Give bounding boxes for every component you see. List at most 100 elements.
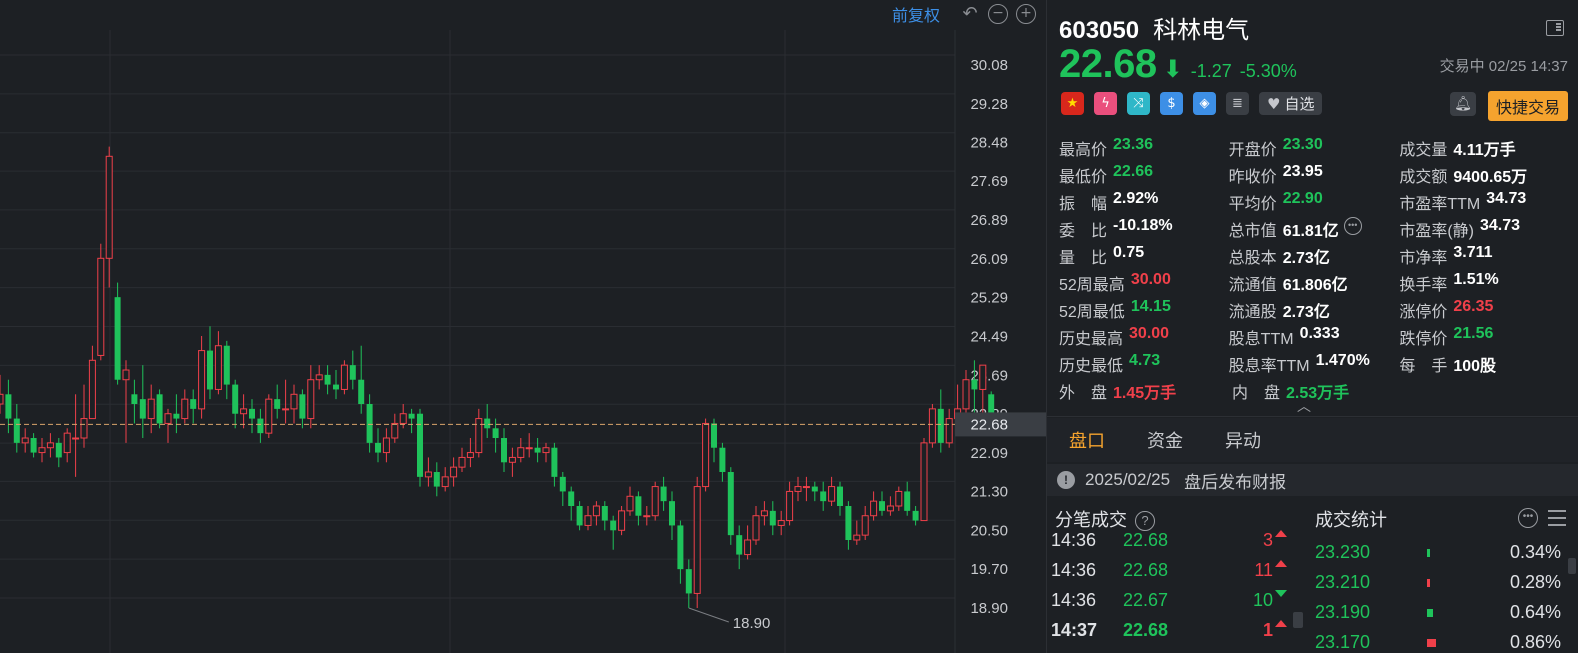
candle[interactable] <box>475 408 483 458</box>
list-view-icon[interactable] <box>1548 510 1566 526</box>
candle[interactable] <box>592 501 600 526</box>
candle[interactable] <box>375 428 381 463</box>
candle[interactable] <box>450 457 458 487</box>
document-icon[interactable]: ≣ <box>1226 92 1249 115</box>
candle[interactable] <box>214 331 222 395</box>
candle[interactable] <box>340 360 348 395</box>
candle[interactable] <box>820 481 827 511</box>
candle[interactable] <box>433 462 440 497</box>
layout-icon[interactable] <box>1546 20 1564 36</box>
candle[interactable] <box>794 476 802 502</box>
candle[interactable] <box>240 394 248 429</box>
candle[interactable] <box>879 491 885 516</box>
candle[interactable] <box>0 374 4 414</box>
tab-2[interactable]: 异动 <box>1225 427 1261 453</box>
candle[interactable] <box>122 360 130 443</box>
candle[interactable] <box>131 379 138 424</box>
candle[interactable] <box>290 384 298 424</box>
candle[interactable] <box>173 394 180 434</box>
candle[interactable] <box>466 438 474 468</box>
candle[interactable] <box>333 370 339 400</box>
candle[interactable] <box>366 394 373 453</box>
volume-stats-scrollbar[interactable] <box>1568 558 1576 574</box>
candle[interactable] <box>610 515 617 550</box>
candle[interactable] <box>88 345 96 420</box>
candle[interactable] <box>80 384 88 448</box>
candle[interactable] <box>382 428 390 463</box>
shuffle-icon[interactable]: ⤨ <box>1127 92 1150 115</box>
candle[interactable] <box>853 520 861 545</box>
candle[interactable] <box>30 433 37 458</box>
candle[interactable] <box>315 365 323 390</box>
candle[interactable] <box>156 389 163 429</box>
candle[interactable] <box>870 491 878 521</box>
candle[interactable] <box>559 472 566 507</box>
candle[interactable] <box>837 481 843 516</box>
candle[interactable] <box>886 496 894 516</box>
candle[interactable] <box>492 418 499 453</box>
china-flag-icon[interactable]: ★ <box>1061 92 1084 115</box>
quick-trade-button[interactable]: 快捷交易 <box>1487 91 1568 121</box>
tab-1[interactable]: 资金 <box>1147 427 1183 453</box>
candle[interactable] <box>164 408 172 443</box>
candle[interactable] <box>534 438 541 463</box>
candle[interactable] <box>265 394 273 439</box>
candle[interactable] <box>669 491 675 541</box>
candle[interactable] <box>895 486 903 511</box>
candle[interactable] <box>508 447 516 477</box>
kline-chart[interactable]: 30.08 29.28 28.48 27.69 26.89 26.09 25.29 24.49… <box>0 0 1046 653</box>
candle[interactable] <box>962 370 970 414</box>
candle[interactable] <box>685 559 692 608</box>
candle[interactable] <box>307 365 315 429</box>
candle[interactable] <box>484 404 491 439</box>
candle[interactable] <box>424 457 432 487</box>
candle[interactable] <box>769 501 776 536</box>
candle[interactable] <box>13 404 20 453</box>
candle[interactable] <box>727 467 734 545</box>
candle[interactable] <box>542 442 550 463</box>
candle[interactable] <box>458 447 466 473</box>
candle[interactable] <box>324 365 331 395</box>
candle[interactable] <box>802 476 810 502</box>
candle[interactable] <box>358 345 365 414</box>
bell-icon[interactable]: 🔔︎ <box>1450 92 1476 116</box>
candle[interactable] <box>945 408 953 448</box>
candle[interactable] <box>417 408 423 487</box>
candle[interactable] <box>928 404 936 448</box>
more-options-icon[interactable]: ••• <box>1518 508 1538 528</box>
candle[interactable] <box>618 506 626 536</box>
candle[interactable] <box>198 336 206 419</box>
candle[interactable] <box>46 433 54 458</box>
tick-list[interactable]: 14:36 22.68 3 14:36 22.68 11 14:36 22.67 10 14:37… <box>1047 530 1287 653</box>
candle[interactable] <box>114 282 121 385</box>
candle[interactable] <box>5 379 12 434</box>
candle[interactable] <box>181 389 189 424</box>
undo-icon[interactable]: ↶ <box>960 4 980 24</box>
kline-chart-area[interactable]: 30.08 29.28 28.48 27.69 26.89 26.09 25.29 24.49… <box>0 0 1046 653</box>
candle[interactable] <box>232 379 239 429</box>
candle[interactable] <box>525 433 533 458</box>
candle[interactable] <box>811 481 818 502</box>
candle[interactable] <box>21 428 29 453</box>
candle[interactable] <box>55 438 62 468</box>
dollar-icon[interactable]: $ <box>1160 92 1183 115</box>
candle[interactable] <box>349 350 356 390</box>
collapse-chevron-icon[interactable]: ︿ <box>1297 396 1311 416</box>
candle[interactable] <box>845 501 852 550</box>
candle[interactable] <box>257 408 264 443</box>
candle[interactable] <box>223 340 230 400</box>
candle[interactable] <box>777 510 785 536</box>
candle[interactable] <box>651 481 659 521</box>
candle[interactable] <box>677 520 684 584</box>
candle[interactable] <box>719 442 726 482</box>
tab-0[interactable]: 盘口 <box>1069 427 1105 453</box>
candle[interactable] <box>517 438 525 463</box>
candle[interactable] <box>752 506 760 545</box>
candle[interactable] <box>584 506 592 531</box>
candle[interactable] <box>441 467 449 492</box>
candle[interactable] <box>576 501 583 531</box>
candle[interactable] <box>920 438 928 522</box>
zoom-in-icon[interactable]: + <box>1016 4 1036 24</box>
zoom-out-icon[interactable]: − <box>988 4 1008 24</box>
volume-stats-list[interactable]: 23.230 0.34% 23.210 0.28% 23.190 0.64% 23.170 0… <box>1309 538 1565 653</box>
